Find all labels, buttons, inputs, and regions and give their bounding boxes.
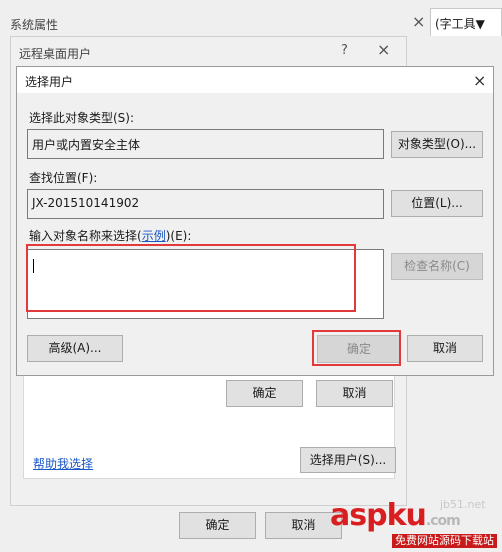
watermark-tld: .com bbox=[425, 513, 461, 529]
bottom-ok-button[interactable]: 确定 bbox=[179, 512, 256, 539]
remote-desktop-users-title: 远程桌面用户 bbox=[19, 47, 92, 61]
object-type-button[interactable]: 对象类型(O)... bbox=[391, 131, 483, 158]
watermark-logo: aspku.com bbox=[330, 498, 461, 537]
system-properties-title: 系统属性 bbox=[10, 18, 59, 32]
rd-ok-button[interactable]: 确定 bbox=[226, 380, 303, 407]
watermark: jb51.net aspku.com 免费网站源码下载站 bbox=[330, 496, 502, 552]
check-names-button[interactable]: 检查名称(C) bbox=[391, 253, 483, 280]
location-field: JX-201510141902 bbox=[27, 189, 384, 219]
location-label: 查找位置(F): bbox=[29, 171, 98, 185]
tab-fragment-label: (字工具▼ bbox=[435, 17, 485, 31]
object-names-label-prefix: 输入对象名称来选择( bbox=[29, 229, 142, 243]
select-cancel-button[interactable]: 取消 bbox=[407, 335, 483, 362]
advanced-button[interactable]: 高级(A)... bbox=[27, 335, 123, 362]
ok-button-highlight bbox=[312, 330, 401, 366]
object-type-label: 选择此对象类型(S): bbox=[29, 111, 135, 125]
object-names-label-suffix: )(E): bbox=[165, 229, 192, 243]
rd-cancel-button[interactable]: 取消 bbox=[316, 380, 393, 407]
system-properties-close-icon[interactable]: × bbox=[412, 14, 425, 30]
select-users-title: 选择用户 bbox=[25, 75, 74, 89]
select-users-button[interactable]: 选择用户(S)... bbox=[300, 447, 396, 473]
help-icon[interactable]: ? bbox=[341, 43, 348, 59]
remote-desktop-close-icon[interactable]: × bbox=[377, 42, 390, 58]
location-button[interactable]: 位置(L)... bbox=[391, 190, 483, 217]
select-users-dialog: 选择用户 × 选择此对象类型(S): 用户或内置安全主体 对象类型(O)... … bbox=[16, 66, 494, 376]
select-users-close-icon[interactable]: × bbox=[473, 71, 486, 90]
select-users-titlebar: 选择用户 × bbox=[17, 67, 493, 93]
object-type-field: 用户或内置安全主体 bbox=[27, 129, 384, 159]
object-names-label: 输入对象名称来选择(示例)(E): bbox=[29, 227, 191, 244]
examples-link[interactable]: 示例 bbox=[142, 229, 166, 243]
watermark-brand: aspku bbox=[330, 498, 427, 533]
tab-fragment: (字工具▼ bbox=[430, 8, 502, 36]
names-input-highlight bbox=[26, 244, 356, 312]
watermark-slogan: 免费网站源码下载站 bbox=[392, 534, 497, 548]
help-me-choose-link[interactable]: 帮助我选择 bbox=[33, 455, 93, 472]
